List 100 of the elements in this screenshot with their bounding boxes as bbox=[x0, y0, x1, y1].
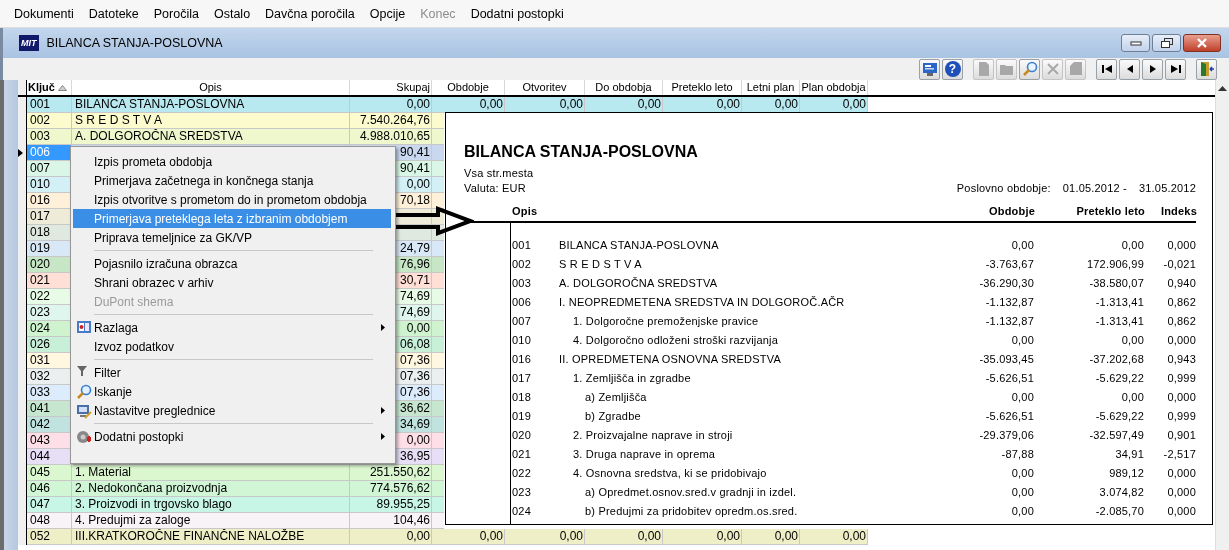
table-cell: 0,00 bbox=[585, 97, 663, 113]
filter-icon bbox=[76, 365, 88, 377]
report-cell-text: 0,000 bbox=[1166, 390, 1196, 405]
table-cell: 022 bbox=[27, 289, 72, 305]
report-cell-text: 0,00 bbox=[1010, 485, 1034, 500]
menu-item[interactable]: Dodatni postopki bbox=[470, 4, 564, 23]
table-cell bbox=[432, 241, 444, 257]
column-header[interactable]: Skupaj bbox=[350, 80, 432, 95]
report-cell-text: -5.626,51 bbox=[984, 409, 1034, 424]
scrollbar[interactable] bbox=[1215, 80, 1229, 550]
display-button[interactable] bbox=[919, 58, 940, 80]
last-button[interactable] bbox=[1165, 58, 1186, 80]
menu-item[interactable]: Davčna poročila bbox=[265, 4, 355, 23]
period-to: 31.05.2012 bbox=[1138, 181, 1196, 195]
restore-button[interactable] bbox=[1152, 34, 1181, 52]
row-selector[interactable] bbox=[18, 97, 27, 113]
table-cell bbox=[432, 385, 444, 401]
report-cell-text: 006 bbox=[511, 295, 532, 310]
column-header[interactable]: Letni plan bbox=[742, 80, 800, 95]
search-icon bbox=[76, 384, 92, 400]
table-cell: 0,00 bbox=[350, 529, 432, 545]
report-cell-text: 989,12 bbox=[1108, 466, 1144, 481]
book-icon bbox=[76, 320, 92, 334]
column-header[interactable]: Obdobje bbox=[432, 80, 505, 95]
table-cell: 016 bbox=[27, 193, 72, 209]
table-cell bbox=[432, 465, 444, 481]
table-cell bbox=[432, 113, 444, 129]
report-cell-text: 001 bbox=[511, 238, 532, 253]
report-cell-text: 021 bbox=[511, 447, 532, 462]
table-cell: 007 bbox=[27, 161, 72, 177]
table-cell bbox=[432, 193, 444, 209]
report-cell-text: 019 bbox=[511, 409, 532, 424]
table-cell: 2. Nedokončana proizvodnja bbox=[72, 481, 350, 497]
report-cell-text: 0,00 bbox=[1010, 390, 1034, 405]
row-selector[interactable] bbox=[18, 80, 27, 95]
report-cell-text: 0,000 bbox=[1166, 485, 1196, 500]
table-cell: 032 bbox=[27, 369, 72, 385]
column-header[interactable]: Plan obdobja bbox=[800, 80, 868, 95]
table-cell: 0,00 bbox=[585, 529, 663, 545]
report-title: BILANCA STANJA-POSLOVNA bbox=[464, 142, 698, 162]
close-button[interactable] bbox=[1183, 34, 1221, 52]
report-cell-text: -2,517 bbox=[1162, 447, 1196, 462]
report-cell-text: -1.313,41 bbox=[1094, 295, 1144, 310]
first-button[interactable] bbox=[1096, 58, 1117, 80]
report-cell-text: -5.629,22 bbox=[1094, 409, 1144, 424]
search-button[interactable] bbox=[1019, 58, 1040, 80]
tab-shape-icon bbox=[1067, 61, 1084, 77]
menu-item[interactable]: Dokumenti bbox=[14, 4, 74, 23]
column-header[interactable]: Do obdobja bbox=[585, 80, 663, 95]
help-button[interactable]: ? bbox=[942, 58, 963, 80]
x-icon bbox=[1044, 61, 1061, 77]
exit-door-icon bbox=[1198, 61, 1215, 77]
table-cell: 3. Proizvodi in trgovsko blago bbox=[72, 497, 350, 513]
column-header[interactable]: Ključ bbox=[27, 80, 72, 95]
table-cell bbox=[432, 433, 444, 449]
search-icon bbox=[1021, 61, 1038, 77]
report-cell-text: 020 bbox=[511, 428, 532, 443]
table-cell: 001 bbox=[27, 97, 72, 113]
table-cell: 021 bbox=[27, 273, 72, 289]
table-cell: 023 bbox=[27, 305, 72, 321]
report-cell: 2. Proizvajalne naprave in stroji bbox=[573, 429, 733, 441]
report-cell-text: 0,000 bbox=[1166, 466, 1196, 481]
column-header: Opis bbox=[512, 204, 539, 218]
column-header[interactable]: Preteklo leto bbox=[663, 80, 742, 95]
report-cell-text: -35.093,45 bbox=[978, 352, 1034, 367]
scroll-up-icon[interactable] bbox=[1218, 86, 1227, 91]
menu-item[interactable]: Datoteke bbox=[88, 4, 139, 23]
table-cell: 89.955,25 bbox=[350, 497, 432, 513]
table-cell: 018 bbox=[27, 225, 72, 241]
report-cell: a) Zemljišča bbox=[585, 391, 647, 403]
table-cell: 774.576,62 bbox=[350, 481, 432, 497]
table-cell bbox=[432, 321, 444, 337]
report-cell-text: 003 bbox=[511, 276, 532, 291]
menu-item[interactable]: Poročila bbox=[153, 4, 199, 23]
report-cell-text: 0,00 bbox=[1120, 238, 1144, 253]
next-button[interactable] bbox=[1142, 58, 1163, 80]
table-cell: 019 bbox=[27, 241, 72, 257]
report-cell-text: 024 bbox=[511, 504, 532, 519]
report-cell: BILANCA STANJA-POSLOVNA bbox=[559, 239, 719, 251]
row-selector[interactable] bbox=[18, 529, 27, 545]
column-header[interactable]: Otvoritev bbox=[505, 80, 585, 95]
table-cell: BILANCA STANJA-POSLOVNA bbox=[72, 97, 350, 113]
table-cell bbox=[432, 177, 444, 193]
report-cell-text: 0,00 bbox=[1010, 238, 1034, 253]
menu-item[interactable]: Opcije bbox=[369, 4, 406, 23]
report-cell-text: -1.132,87 bbox=[984, 295, 1034, 310]
menu-item[interactable]: Ostalo bbox=[213, 4, 251, 23]
report-cell-text: 0,00 bbox=[1010, 333, 1034, 348]
report-cell: S R E D S T V A bbox=[559, 258, 642, 270]
column-header[interactable]: Opis bbox=[72, 80, 350, 95]
submenu-arrow-icon bbox=[381, 324, 385, 331]
table-cell: 044 bbox=[27, 449, 72, 465]
table-cell bbox=[432, 401, 444, 417]
exit-button[interactable] bbox=[1196, 58, 1217, 80]
table-cell bbox=[432, 481, 444, 497]
report-cell-text: 172.906,99 bbox=[1085, 257, 1144, 272]
report-cell-text: 3.074,82 bbox=[1098, 485, 1144, 500]
prev-button[interactable] bbox=[1119, 58, 1140, 80]
report-cell-text: 0,000 bbox=[1166, 238, 1196, 253]
report-cell-text: 0,000 bbox=[1166, 333, 1196, 348]
